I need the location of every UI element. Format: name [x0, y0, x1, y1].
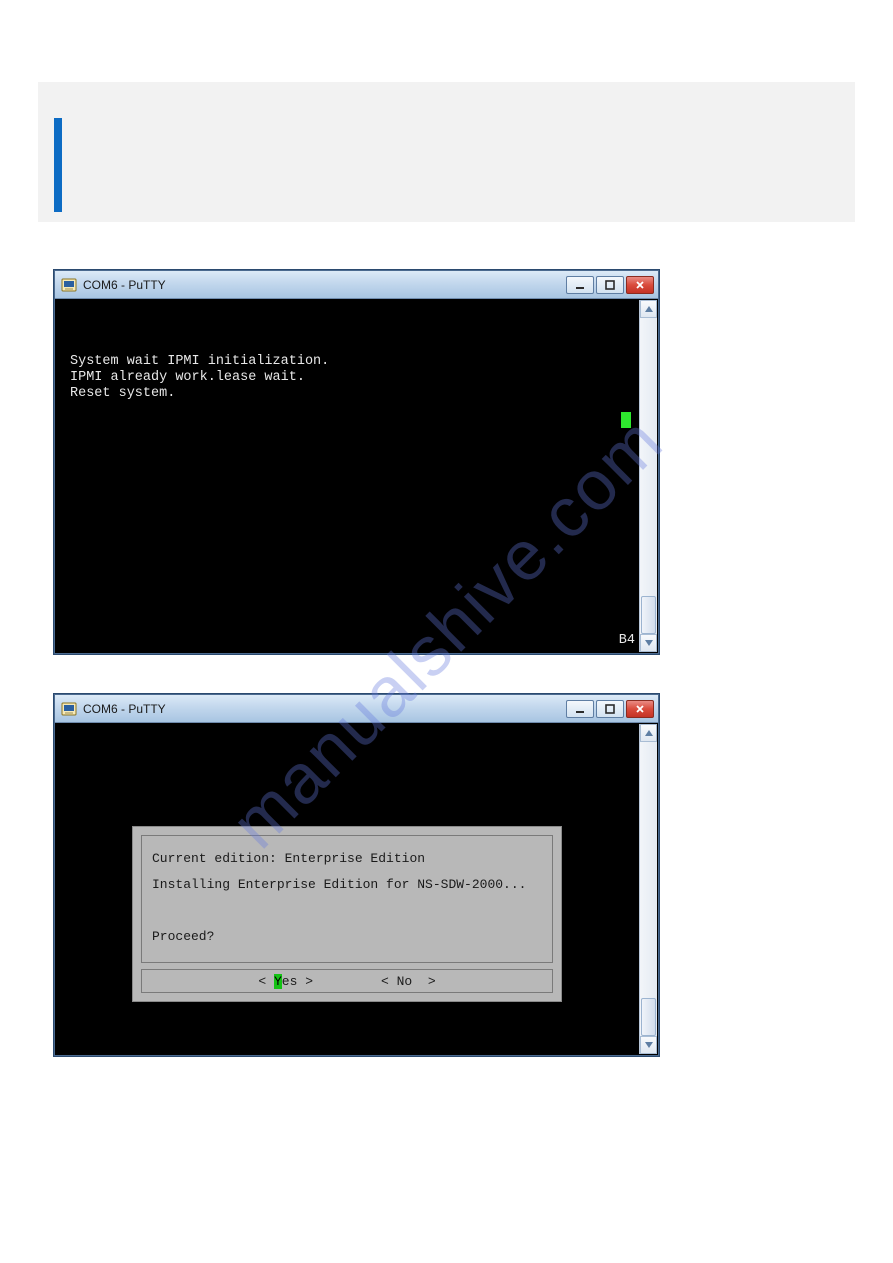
window-title: COM6 - PuTTY [83, 278, 566, 292]
putty-app-icon [61, 701, 77, 717]
dialog-line: Proceed? [152, 929, 214, 944]
scroll-thumb[interactable] [641, 596, 656, 634]
yes-button[interactable]: < Yes > [258, 974, 313, 989]
window-controls [566, 700, 654, 718]
scroll-thumb[interactable] [641, 998, 656, 1036]
putty-window-2: COM6 - PuTTY Current edition: Enterprise… [54, 694, 659, 1056]
titlebar[interactable]: COM6 - PuTTY [55, 695, 658, 723]
dialog-footer: < Yes > < No > [141, 969, 553, 993]
terminal-area[interactable]: Current edition: Enterprise Edition Inst… [56, 724, 657, 1054]
callout-box [54, 118, 839, 212]
close-button[interactable] [626, 700, 654, 718]
dialog-line: Installing Enterprise Edition for NS-SDW… [152, 877, 526, 892]
titlebar[interactable]: COM6 - PuTTY [55, 271, 658, 299]
terminal-cursor [621, 412, 631, 428]
no-button[interactable]: < No > [381, 974, 436, 989]
terminal-corner-code: B4 [619, 633, 635, 648]
scroll-down-button[interactable] [640, 1036, 657, 1054]
yes-pre: < [258, 974, 274, 989]
install-dialog: Current edition: Enterprise Edition Inst… [132, 826, 562, 1002]
putty-window-1: COM6 - PuTTY System wait IPMI initializa… [54, 270, 659, 654]
terminal-output: System wait IPMI initialization. IPMI al… [70, 354, 329, 402]
terminal-line: System wait IPMI initialization. [70, 354, 329, 369]
vertical-scrollbar[interactable] [639, 300, 657, 652]
scroll-up-button[interactable] [640, 724, 657, 742]
terminal-area[interactable]: System wait IPMI initialization. IPMI al… [56, 300, 657, 652]
yes-post: es > [282, 974, 313, 989]
close-button[interactable] [626, 276, 654, 294]
window-title: COM6 - PuTTY [83, 702, 566, 716]
dialog-body: Current edition: Enterprise Edition Inst… [141, 835, 553, 963]
yes-hotkey: Y [274, 974, 282, 989]
scroll-down-button[interactable] [640, 634, 657, 652]
minimize-button[interactable] [566, 276, 594, 294]
maximize-button[interactable] [596, 700, 624, 718]
dialog-line: Current edition: Enterprise Edition [152, 851, 425, 866]
maximize-button[interactable] [596, 276, 624, 294]
scroll-up-button[interactable] [640, 300, 657, 318]
terminal-line: Reset system. [70, 386, 175, 401]
vertical-scrollbar[interactable] [639, 724, 657, 1054]
putty-app-icon [61, 277, 77, 293]
terminal-line: IPMI already work.lease wait. [70, 370, 305, 385]
minimize-button[interactable] [566, 700, 594, 718]
window-controls [566, 276, 654, 294]
